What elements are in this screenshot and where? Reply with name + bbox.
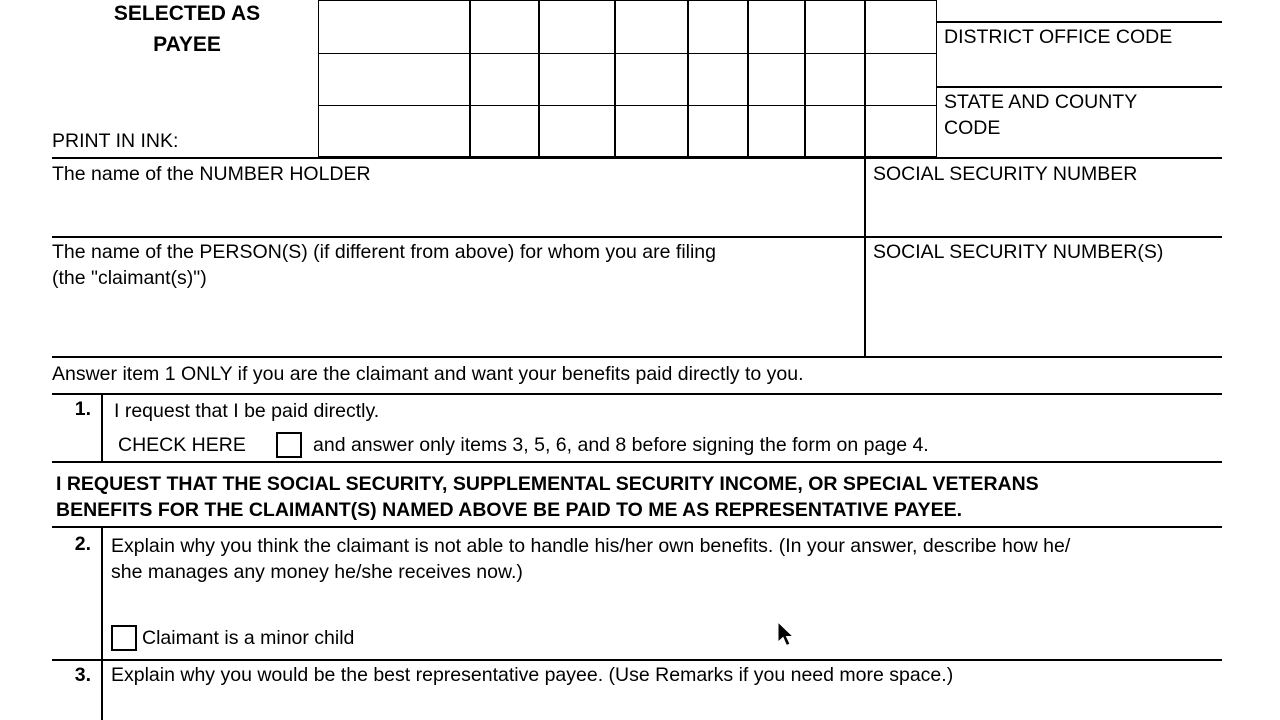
claimants-label: The name of the PERSON(S) (if different …: [52, 241, 716, 263]
item-3-top-rule: [52, 659, 1222, 661]
state-county-code-top-rule: [937, 86, 1222, 88]
code-grid-cell[interactable]: [688, 105, 748, 157]
code-grid-cell[interactable]: [805, 105, 865, 157]
item-1-number-divider: [101, 393, 103, 461]
code-grid-cell[interactable]: [748, 105, 805, 157]
form-header-title: SELECTED AS: [113, 2, 261, 25]
code-grid-cell[interactable]: [539, 0, 615, 54]
code-grid-cell[interactable]: [688, 0, 748, 54]
code-grid-cell[interactable]: [865, 105, 937, 157]
district-office-code-label: DISTRICT OFFICE CODE: [944, 26, 1173, 48]
code-grid-cell[interactable]: [615, 0, 688, 54]
item-1-check-here-checkbox[interactable]: [276, 432, 302, 458]
print-in-ink-label: PRINT IN INK:: [52, 130, 179, 152]
item-3-answer-input[interactable]: [111, 694, 1211, 720]
answer-item-1-note: Answer item 1 ONLY if you are the claima…: [52, 363, 804, 385]
social-security-number-label: SOCIAL SECURITY NUMBER: [873, 163, 1138, 185]
item-2-answer-input[interactable]: [111, 588, 1211, 620]
code-grid-cell[interactable]: [539, 53, 615, 106]
item-3-number-divider: [101, 659, 103, 720]
code-grid-cell[interactable]: [318, 53, 470, 106]
code-grid-cell[interactable]: [748, 53, 805, 106]
number-holder-input[interactable]: [54, 190, 862, 236]
code-grid-cell[interactable]: [470, 0, 539, 54]
item-2-text-line2: she manages any money he/she receives no…: [111, 561, 523, 583]
code-grid-cell[interactable]: [318, 0, 470, 54]
names-block-bottom-rule: [52, 356, 1222, 358]
item-3-number: 3.: [74, 664, 91, 686]
item-2-minor-child-checkbox[interactable]: [111, 625, 137, 651]
code-grid-cell[interactable]: [615, 105, 688, 157]
bold-request-statement-line2: BENEFITS FOR THE CLAIMANT(S) NAMED ABOVE…: [56, 499, 963, 521]
code-grid-cell[interactable]: [805, 0, 865, 54]
mouse-pointer-icon: [778, 622, 795, 647]
item-1-top-rule: [52, 393, 1222, 395]
state-and-county-code-label: STATE AND COUNTY: [944, 91, 1138, 113]
code-grid-cell[interactable]: [615, 53, 688, 106]
item-3-text: Explain why you would be the best repres…: [111, 664, 954, 686]
item-2-number: 2.: [74, 533, 91, 555]
code-grid-cell[interactable]: [865, 53, 937, 106]
item-2-top-rule: [52, 526, 1222, 528]
form-page: SELECTED AS PAYEE PRINT IN INK: DISTRICT: [0, 0, 1280, 720]
claimants-label-line2: (the "claimant(s)"): [52, 267, 207, 289]
item-2-text: Explain why you think the claimant is no…: [111, 535, 1071, 557]
code-grid-cell[interactable]: [748, 0, 805, 54]
item-1-check-here-suffix: and answer only items 3, 5, 6, and 8 bef…: [313, 434, 929, 456]
code-grid-cell[interactable]: [318, 105, 470, 157]
code-grid-cell[interactable]: [539, 105, 615, 157]
item-1-number: 1.: [74, 398, 91, 420]
code-grid-cell[interactable]: [865, 0, 937, 54]
code-grid-cell[interactable]: [470, 53, 539, 106]
state-and-county-code-label-line2: CODE: [944, 117, 1001, 139]
claimants-input[interactable]: [54, 294, 862, 354]
number-holder-row-top-rule: [52, 157, 1222, 159]
bold-request-statement: I REQUEST THAT THE SOCIAL SECURITY, SUPP…: [56, 473, 1039, 495]
code-grid-cell[interactable]: [805, 53, 865, 106]
number-holder-label: The name of the NUMBER HOLDER: [52, 163, 371, 185]
code-grid-cell[interactable]: [470, 105, 539, 157]
item-1-text: I request that I be paid directly.: [114, 400, 380, 422]
code-grid-cell[interactable]: [688, 53, 748, 106]
form-header-title-line2: PAYEE: [153, 33, 221, 56]
social-security-number-input[interactable]: [869, 190, 1220, 236]
social-security-numbers-input[interactable]: [869, 268, 1220, 354]
district-office-code-top-rule: [937, 21, 1222, 23]
check-here-label: CHECK HERE: [118, 434, 246, 456]
item-1-bottom-rule: [52, 461, 1222, 463]
claimants-row-top-rule: [52, 236, 1222, 238]
name-ssn-divider: [864, 157, 866, 356]
item-2-minor-child-label: Claimant is a minor child: [142, 627, 355, 649]
item-2-number-divider: [101, 526, 103, 659]
social-security-numbers-label: SOCIAL SECURITY NUMBER(S): [873, 241, 1164, 263]
